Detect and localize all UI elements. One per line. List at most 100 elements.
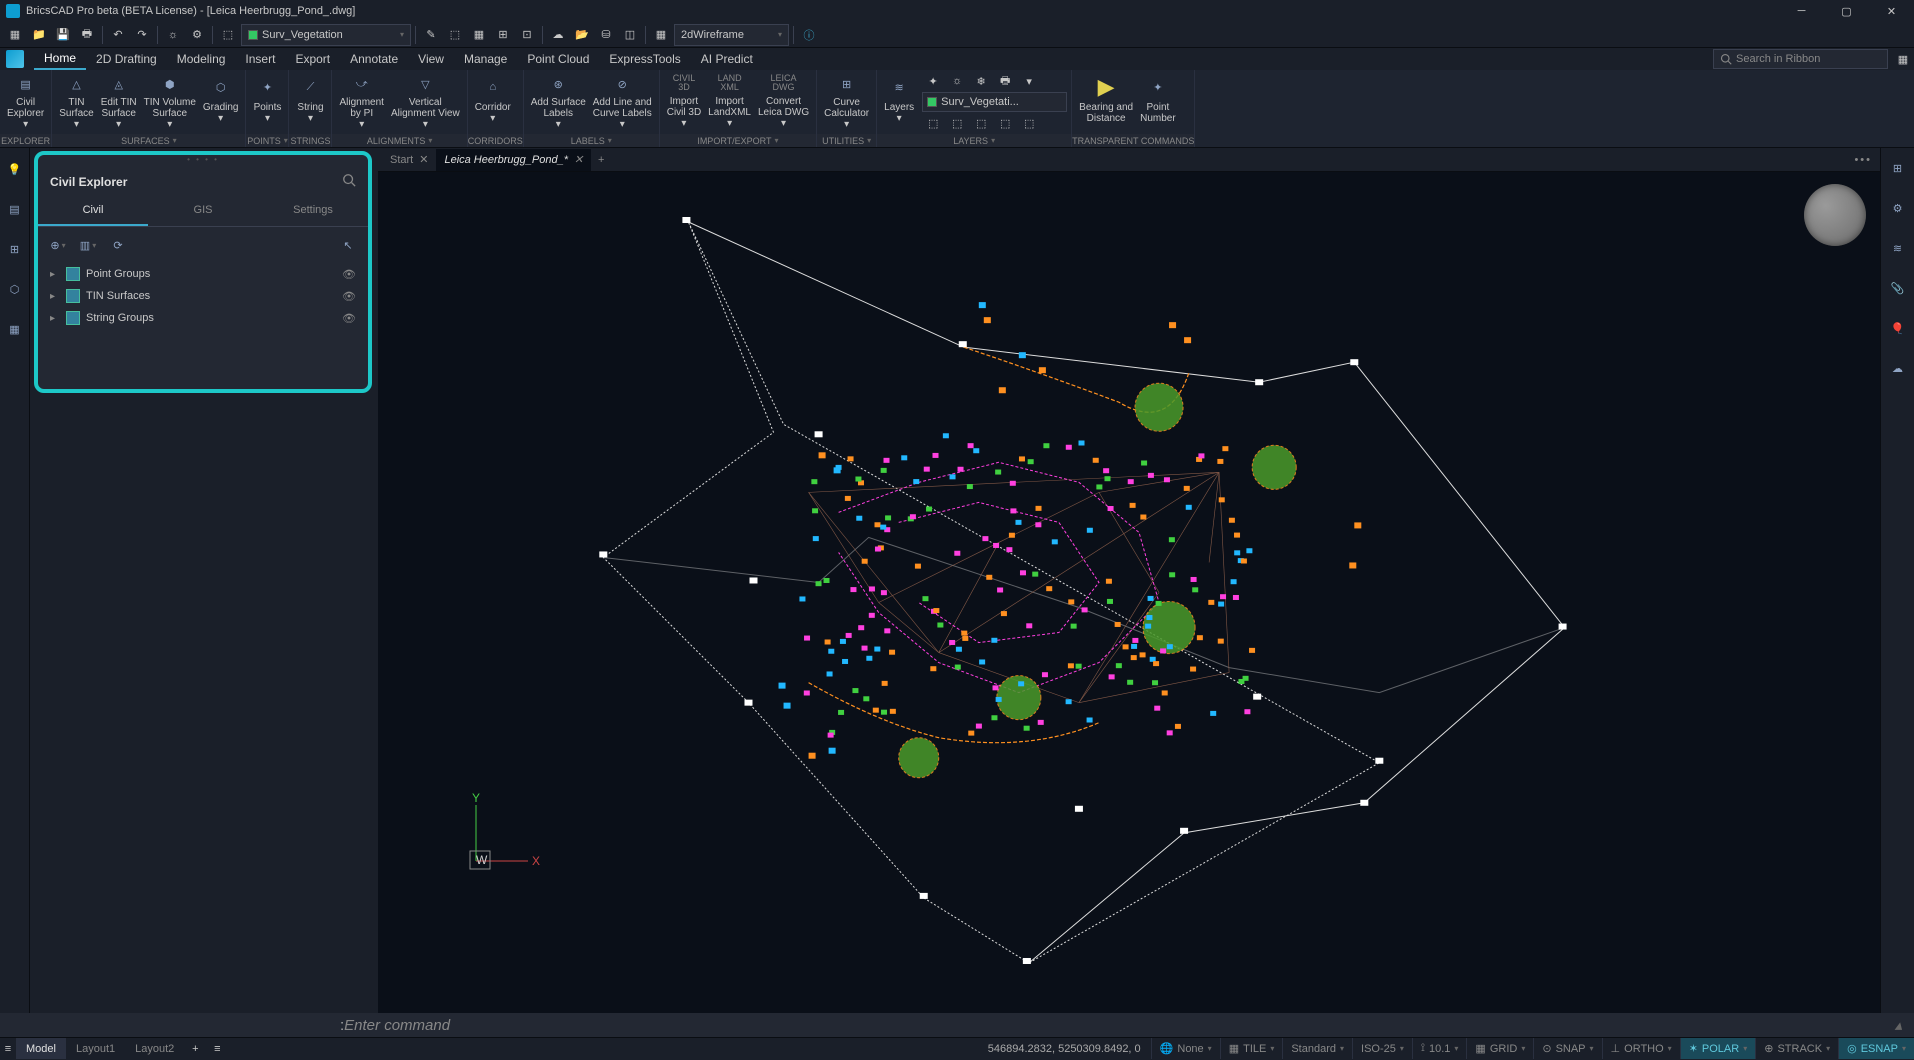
drawing-viewport[interactable]: X Y W xyxy=(378,172,1880,1013)
panel-tab-gis[interactable]: GIS xyxy=(148,196,258,226)
panel-drag-handle[interactable]: • • • • xyxy=(38,155,368,163)
box-icon[interactable]: ◫ xyxy=(619,24,641,46)
sun-icon[interactable]: ☼ xyxy=(162,24,184,46)
play-button[interactable]: ▶Bearing andDistance xyxy=(1076,72,1136,132)
ribbon-grading[interactable]: ⬡Grading▾ xyxy=(200,72,242,132)
cloud-rail-icon[interactable]: ☁ xyxy=(1886,356,1910,380)
status-none[interactable]: 🌐None▾ xyxy=(1151,1038,1220,1059)
cloud-icon[interactable]: ☁ xyxy=(547,24,569,46)
ribbon-alignment-by-pi[interactable]: ⤻Alignmentby PI▾ xyxy=(336,72,386,132)
3d-rail-icon[interactable]: ⬡ xyxy=(4,278,26,300)
add-layout-icon[interactable]: + xyxy=(184,1038,206,1060)
settings-rail-icon[interactable]: ⚙ xyxy=(1886,196,1910,220)
layers-rail-icon[interactable]: ▤ xyxy=(4,198,26,220)
layer-tool-icon[interactable]: 🖶 xyxy=(994,72,1016,90)
ribbon-corridor[interactable]: ⌂Corridor▾ xyxy=(472,72,514,132)
command-expand-icon[interactable]: ▴ xyxy=(1894,1016,1902,1034)
menu-view[interactable]: View xyxy=(408,48,454,70)
drawing-canvas[interactable] xyxy=(378,172,1880,1013)
select-icon[interactable]: ⬚ xyxy=(444,24,466,46)
new-file-icon[interactable]: ▦ xyxy=(4,24,26,46)
ribbon-string[interactable]: ⟋String▾ xyxy=(293,72,327,132)
command-bar[interactable]: : Enter command ▴ xyxy=(0,1013,1914,1037)
panel-tab-civil[interactable]: Civil xyxy=(38,196,148,226)
properties-rail-icon[interactable]: ⊞ xyxy=(1886,156,1910,180)
ribbon-add-line-and-curve-labels[interactable]: ⊘Add Line andCurve Labels▾ xyxy=(590,72,655,132)
status-snap[interactable]: ⊙SNAP▾ xyxy=(1533,1038,1601,1059)
layer-tool-icon[interactable]: ⬚ xyxy=(946,114,968,132)
visibility-icon[interactable]: 👁 xyxy=(342,312,356,325)
doc-menu-icon[interactable]: ••• xyxy=(1846,154,1880,166)
menu-2d-drafting[interactable]: 2D Drafting xyxy=(86,48,167,70)
sheet-rail-icon[interactable]: ▦ xyxy=(4,318,26,340)
minimize-button[interactable]: ─ xyxy=(1779,0,1824,22)
lightbulb-icon[interactable]: 💡 xyxy=(4,158,26,180)
tree-item-string-groups[interactable]: ▸String Groups👁 xyxy=(46,307,360,329)
layer-tool-icon[interactable]: ▾ xyxy=(1018,72,1040,90)
save-icon[interactable]: 💾 xyxy=(52,24,74,46)
layout-tab-layout2[interactable]: Layout2 xyxy=(125,1038,184,1059)
undo-icon[interactable]: ↶ xyxy=(107,24,129,46)
ribbon-import-civil-3d[interactable]: CIVIL3DImportCivil 3D▾ xyxy=(664,72,704,132)
close-tab-icon[interactable]: ✕ xyxy=(574,153,583,166)
ribbon-tin-surface[interactable]: △TINSurface▾ xyxy=(56,72,96,132)
menu-home[interactable]: Home xyxy=(34,48,86,70)
ribbon-add-surface-labels[interactable]: ⊛Add SurfaceLabels▾ xyxy=(528,72,589,132)
status-standard[interactable]: Standard▾ xyxy=(1282,1038,1352,1059)
cursor-icon[interactable]: ↖ xyxy=(338,235,358,255)
hatch-icon[interactable]: ▦ xyxy=(468,24,490,46)
status-strack[interactable]: ⊕STRACK▾ xyxy=(1755,1038,1838,1059)
layout-tab-model[interactable]: Model xyxy=(16,1038,66,1059)
viewstyle-icon[interactable]: ▦ xyxy=(650,24,672,46)
menu-ai-predict[interactable]: AI Predict xyxy=(691,48,763,70)
db-icon[interactable]: ⛁ xyxy=(595,24,617,46)
tree-item-tin-surfaces[interactable]: ▸TIN Surfaces👁 xyxy=(46,285,360,307)
doc-tab[interactable]: Leica Heerbrugg_Pond_*✕ xyxy=(436,149,591,171)
ribbon-layer-dropdown[interactable]: Surv_Vegetati... xyxy=(922,92,1067,112)
open-file-icon[interactable]: 📁 xyxy=(28,24,50,46)
layout-tab-layout1[interactable]: Layout1 xyxy=(66,1038,125,1059)
layers-rail-icon[interactable]: ≋ xyxy=(1886,236,1910,260)
print-icon[interactable]: 🖶 xyxy=(76,24,98,46)
layer-tool-icon[interactable]: ☼ xyxy=(946,72,968,90)
redo-icon[interactable]: ↷ xyxy=(131,24,153,46)
refresh-icon[interactable]: ⟳ xyxy=(108,235,128,255)
measure-icon[interactable]: ✎ xyxy=(420,24,442,46)
menu-expresstools[interactable]: ExpressTools xyxy=(599,48,690,70)
status-ortho[interactable]: ⊥ORTHO▾ xyxy=(1602,1038,1680,1059)
status-iso-25[interactable]: ISO-25▾ xyxy=(1352,1038,1412,1059)
menu-modeling[interactable]: Modeling xyxy=(167,48,236,70)
ribbon-vertical-alignment-view[interactable]: ▽VerticalAlignment View▾ xyxy=(388,72,463,132)
ribbon-edit-tin-surface[interactable]: ◬Edit TINSurface▾ xyxy=(98,72,140,132)
status-10.1[interactable]: ⟟10.1▾ xyxy=(1412,1038,1467,1059)
app-logo[interactable] xyxy=(6,50,24,68)
help-icon[interactable]: ⓘ xyxy=(798,24,820,46)
folder-icon[interactable]: 📂 xyxy=(571,24,593,46)
layout-list-icon[interactable]: ≡ xyxy=(0,1038,16,1060)
panel-search-icon[interactable] xyxy=(342,173,356,190)
doc-tab[interactable]: Start✕ xyxy=(382,149,436,171)
ribbon-points[interactable]: ✦Points▾ xyxy=(250,72,284,132)
layout-menu-icon[interactable]: ≡ xyxy=(206,1038,228,1060)
ribbon-convert-leica-dwg[interactable]: LEICADWGConvertLeica DWG▾ xyxy=(755,72,812,132)
layer-tool-icon[interactable]: ✦ xyxy=(922,72,944,90)
menu-export[interactable]: Export xyxy=(285,48,340,70)
menu-annotate[interactable]: Annotate xyxy=(340,48,408,70)
add-dropdown-icon[interactable]: ⊕▾ xyxy=(48,235,68,255)
align-icon[interactable]: ⊡ xyxy=(516,24,538,46)
ribbon-expand-icon[interactable]: ▦ xyxy=(1892,48,1914,70)
attach-rail-icon[interactable]: 📎 xyxy=(1886,276,1910,300)
close-tab-icon[interactable]: ✕ xyxy=(419,153,428,166)
layer-off-icon[interactable]: ⬚ xyxy=(217,24,239,46)
status-grid[interactable]: ▦GRID▾ xyxy=(1466,1038,1533,1059)
ribbon-import-landxml[interactable]: LANDXMLImportLandXML▾ xyxy=(705,72,754,132)
maximize-button[interactable]: ▢ xyxy=(1824,0,1869,22)
add-tab-button[interactable]: + xyxy=(591,154,611,166)
close-button[interactable]: ✕ xyxy=(1869,0,1914,22)
menu-point-cloud[interactable]: Point Cloud xyxy=(517,48,599,70)
status-esnap[interactable]: ◎ESNAP▾ xyxy=(1838,1038,1914,1059)
balloon-rail-icon[interactable]: 🎈 xyxy=(1886,316,1910,340)
group-icon[interactable]: ⊞ xyxy=(492,24,514,46)
layer-tool-icon[interactable]: ⬚ xyxy=(970,114,992,132)
visual-style-dropdown[interactable]: 2dWireframe ▾ xyxy=(674,24,789,46)
